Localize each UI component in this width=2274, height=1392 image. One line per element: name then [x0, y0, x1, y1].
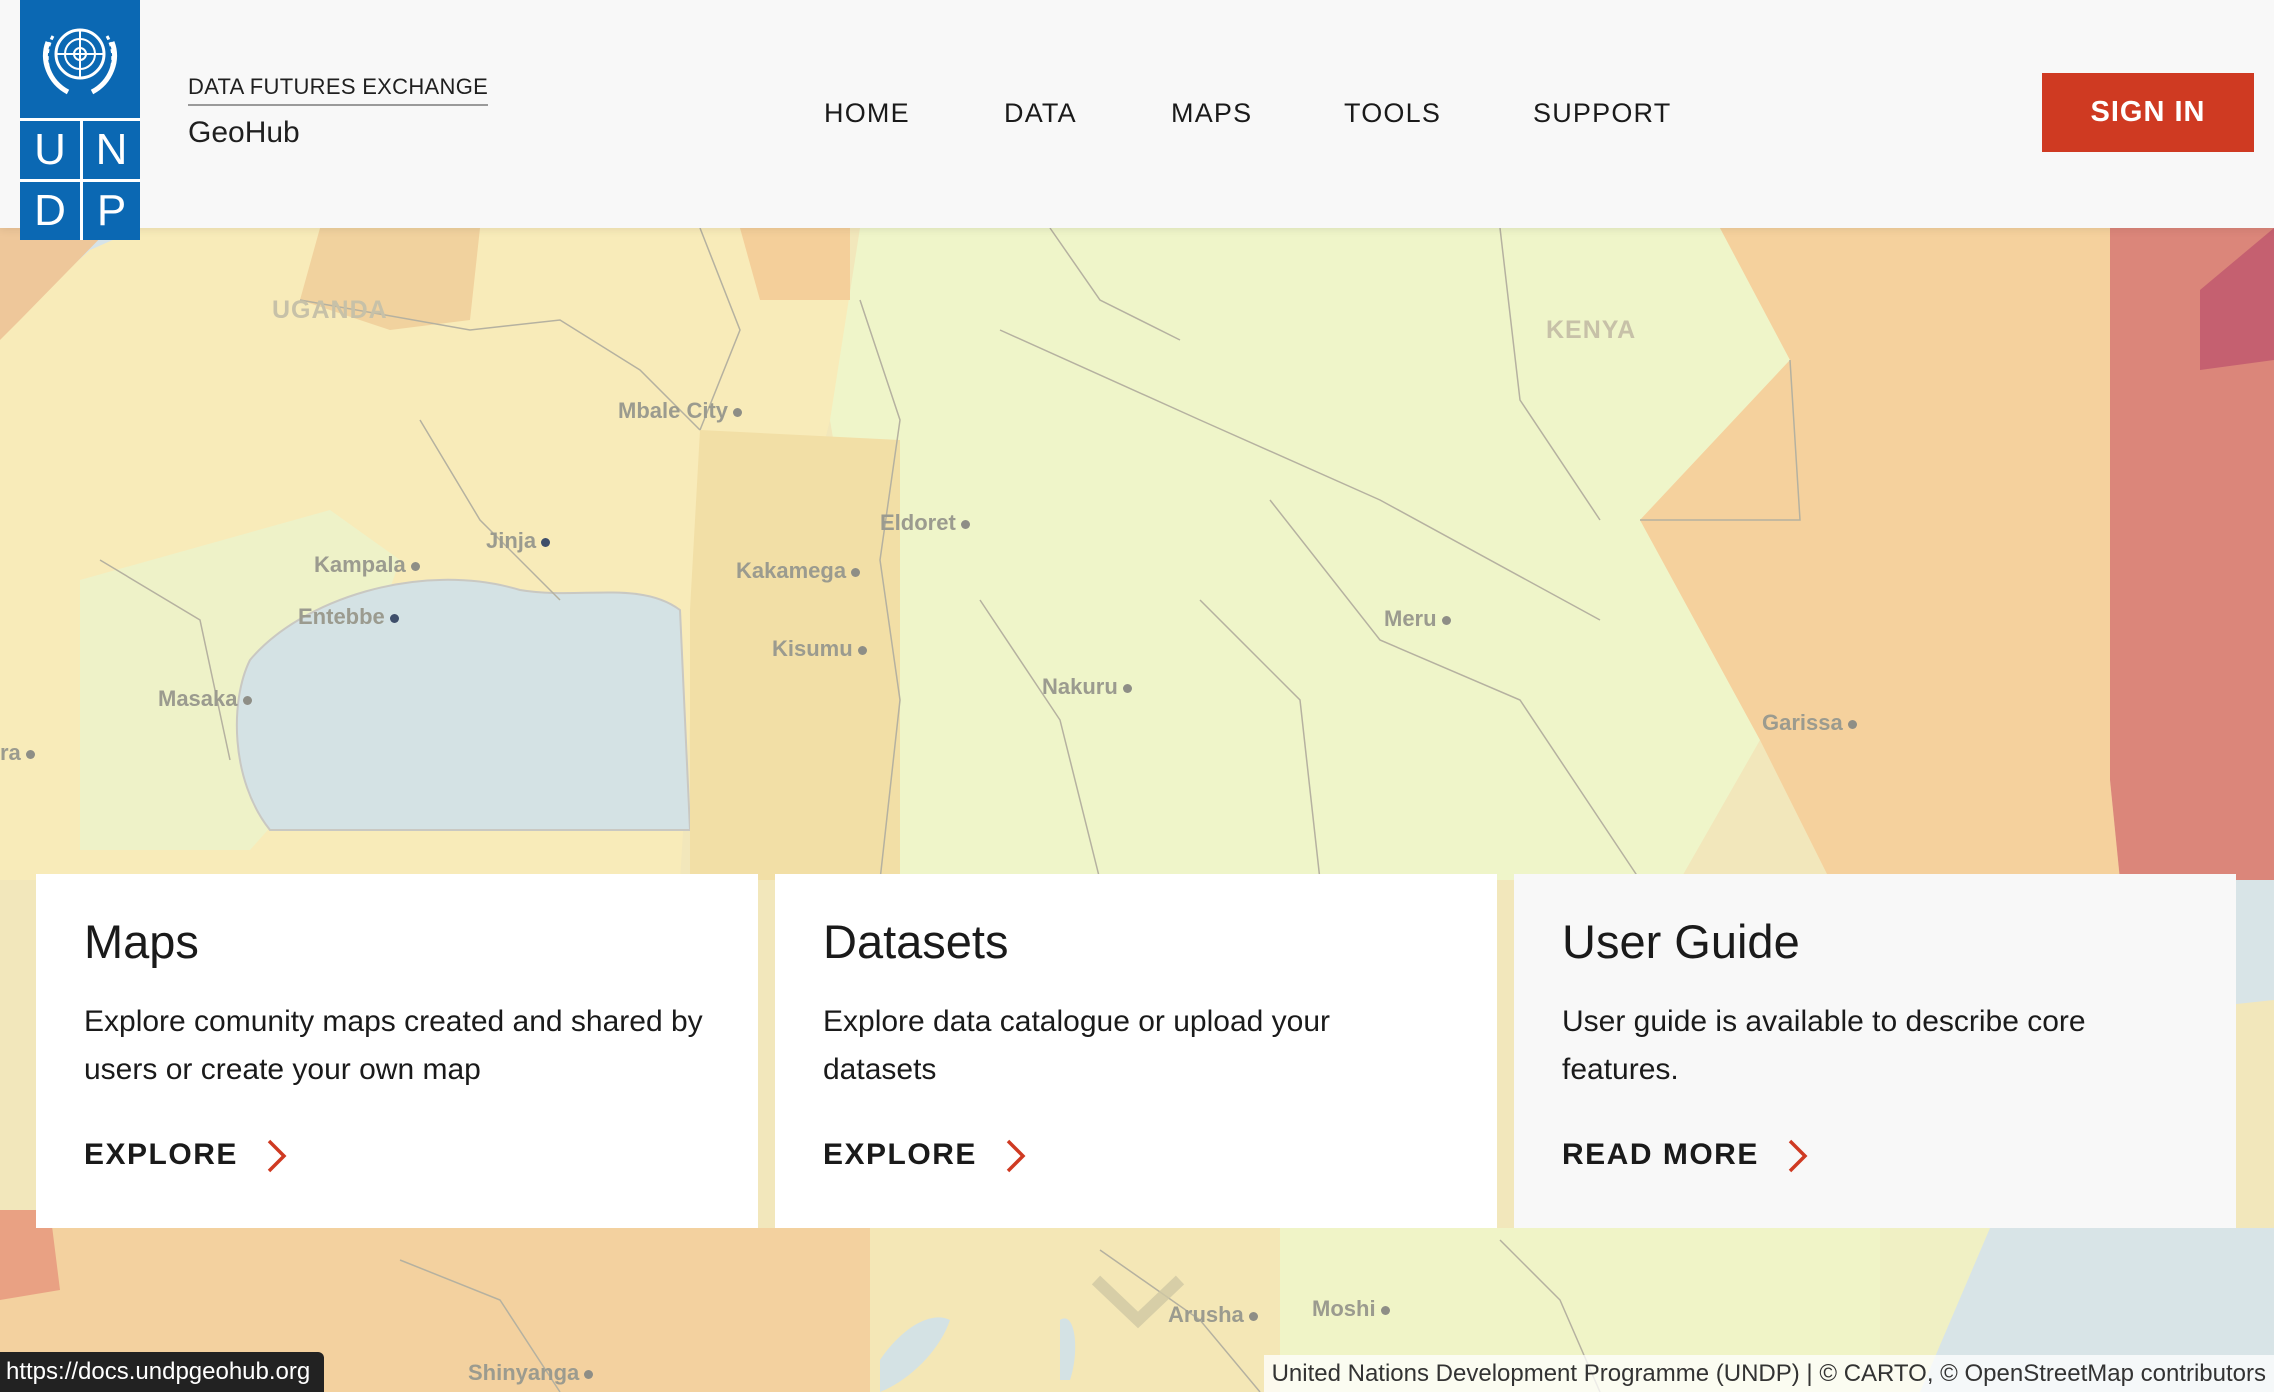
scroll-down-chevron-icon[interactable]	[1088, 1272, 1188, 1330]
explore-maps-link[interactable]: EXPLORE	[84, 1138, 288, 1174]
card-datasets: Datasets Explore data catalogue or uploa…	[775, 874, 1497, 1228]
card-title: User Guide	[1562, 915, 1800, 968]
nav-data[interactable]: DATA	[1004, 98, 1077, 129]
nav-maps[interactable]: MAPS	[1171, 98, 1252, 129]
city-label: Mbale City	[618, 398, 743, 424]
city-label: Shinyanga	[468, 1360, 594, 1386]
city-label: Masaka	[158, 686, 252, 712]
site-header: U N D P DATA FUTURES EXCHANGE GeoHub HOM…	[0, 0, 2274, 240]
city-label: Entebbe	[298, 604, 399, 630]
chevron-right-icon	[1788, 1139, 1808, 1173]
city-label: Kakamega	[736, 558, 861, 584]
brand-name[interactable]: GeoHub	[188, 116, 300, 150]
explore-datasets-link[interactable]: EXPLORE	[823, 1138, 1027, 1174]
city-label: Garissa	[1762, 710, 1857, 736]
logo-letter: D	[20, 179, 80, 240]
brand-subtitle[interactable]: DATA FUTURES EXCHANGE	[188, 74, 489, 106]
city-label: Meru	[1384, 606, 1451, 632]
logo-letter: U	[20, 118, 80, 179]
city-label: Nakuru	[1042, 674, 1132, 700]
city-label: Jinja	[486, 528, 551, 554]
un-emblem-icon	[43, 28, 117, 95]
logo-letter: N	[80, 118, 140, 179]
city-label: Kisumu	[772, 636, 867, 662]
card-maps: Maps Explore comunity maps created and s…	[36, 874, 758, 1228]
chevron-right-icon	[267, 1139, 287, 1173]
card-user-guide: User Guide User guide is available to de…	[1514, 874, 2236, 1228]
card-description: Explore comunity maps created and shared…	[84, 1005, 703, 1086]
city-label: Moshi	[1312, 1296, 1390, 1322]
city-label: ra	[0, 740, 35, 766]
card-title: Maps	[84, 915, 199, 968]
card-title: Datasets	[823, 915, 1009, 968]
country-label-kenya: KENYA	[1546, 316, 1637, 344]
undp-logo[interactable]: U N D P	[20, 0, 140, 240]
chevron-right-icon	[1006, 1139, 1026, 1173]
nav-home[interactable]: HOME	[824, 98, 910, 129]
country-label-uganda: UGANDA	[272, 296, 388, 324]
nav-tools[interactable]: TOOLS	[1344, 98, 1441, 129]
read-more-link[interactable]: READ MORE	[1562, 1138, 1809, 1174]
undp-letters: U N D P	[20, 118, 140, 240]
city-label: Eldoret	[880, 510, 970, 536]
logo-letter: P	[80, 179, 140, 240]
status-bar-url: https://docs.undpgeohub.org	[0, 1352, 325, 1392]
card-description: User guide is available to describe core…	[1562, 1005, 2086, 1086]
map-attribution[interactable]: United Nations Development Programme (UN…	[1263, 1355, 2274, 1392]
nav-support[interactable]: SUPPORT	[1533, 98, 1671, 129]
sign-in-button[interactable]: SIGN IN	[2042, 73, 2254, 152]
card-description: Explore data catalogue or upload your da…	[823, 1005, 1331, 1086]
city-label: Kampala	[314, 552, 420, 578]
